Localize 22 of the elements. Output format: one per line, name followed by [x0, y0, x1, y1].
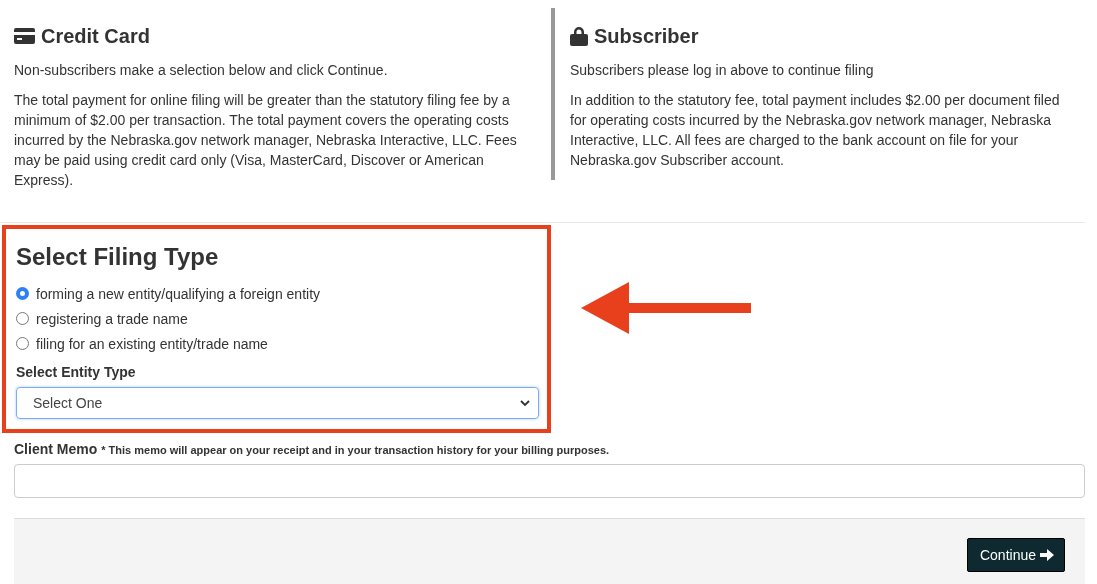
radio-label: filing for an existing entity/trade name	[36, 335, 268, 352]
radio-button[interactable]	[16, 287, 29, 300]
section-heading: Select Filing Type	[16, 243, 219, 270]
intro-text: Subscribers please log in above to continue filing	[570, 61, 875, 80]
radio-button[interactable]	[16, 312, 29, 325]
section-heading: Credit Card	[41, 24, 150, 48]
radio-label: forming a new entity/qualifying a foreign entity	[36, 285, 321, 302]
lock-icon	[570, 26, 588, 46]
fee-description: In addition to the statutory fee, total payment includes $2.00 per document filed for operating costs incurred by the Nebraska.gov network manager, Nebraska Interactive, LLC. All fees are charged to the bank account on file for your Nebraska.gov Subscriber account.	[570, 91, 1061, 170]
radio-button[interactable]	[16, 337, 29, 350]
arrow-right-icon	[1040, 549, 1054, 561]
entity-type-dropdown[interactable]: Select One	[16, 387, 539, 419]
intro-text: Non-subscribers make a selection below and click Continue.	[14, 61, 389, 80]
field-label: Client Memo	[14, 441, 98, 457]
continue-button[interactable]: Continue	[966, 538, 1065, 572]
section-heading: Subscriber	[594, 24, 699, 48]
fee-description: The total payment for online filing will be greater than the statutory filing fee by a minimum of $2.00 per transaction. The total payment covers the operating costs incurred by the Nebraska.gov network manager, Nebraska Interactive, LLC. Fees may be paid using credit card only (Visa, MasterCard, Discover or American Express).	[14, 91, 518, 190]
field-label: Select Entity Type	[16, 364, 136, 380]
memo-note: * This memo will appear on your receipt and in your transaction history for your billing purposes.	[101, 444, 610, 456]
chevron-down-icon	[520, 399, 530, 407]
radio-label: registering a trade name	[36, 310, 188, 327]
credit-card-icon	[14, 28, 35, 44]
